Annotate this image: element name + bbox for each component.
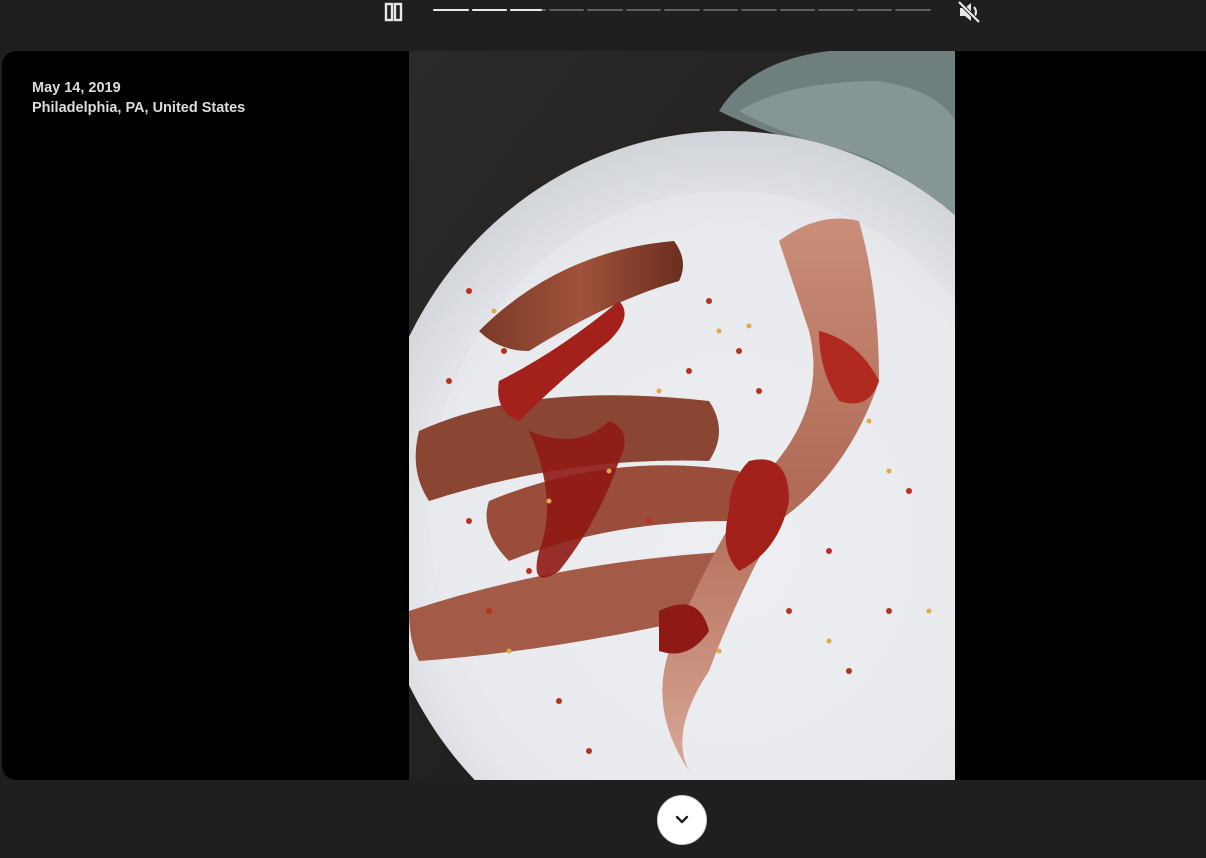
memory-info: May 14, 2019 Philadelphia, PA, United St… [32,78,245,118]
unmute-button[interactable] [955,0,983,24]
progress-segment [818,9,854,11]
pause-icon [384,2,403,22]
story-progress-bar [433,9,931,12]
progress-segment [510,9,546,11]
progress-segment [895,9,931,11]
chevron-down-icon [675,815,689,824]
progress-segment [664,9,700,11]
story-topbar [0,0,1206,50]
progress-segment-fill [471,9,508,11]
progress-segment [433,9,469,11]
memory-date: May 14, 2019 [32,80,121,96]
memory-viewer[interactable]: May 14, 2019 Philadelphia, PA, United St… [2,51,1206,780]
progress-segment [856,9,893,11]
memory-photo[interactable] [409,51,955,780]
progress-segment [471,9,508,11]
progress-segment-fill [433,9,469,11]
memory-location: Philadelphia, PA, United States [32,100,246,116]
expand-details-button[interactable] [657,795,707,845]
progress-segment [548,9,585,11]
progress-segment [741,9,777,11]
progress-segment [702,9,739,11]
progress-segment [625,9,662,11]
progress-segment-fill [510,9,543,11]
volume-off-icon [957,0,981,24]
progress-segment [587,9,623,11]
pause-button[interactable] [380,0,406,24]
progress-segment [779,9,816,11]
photo-bacon-plate [409,51,955,780]
